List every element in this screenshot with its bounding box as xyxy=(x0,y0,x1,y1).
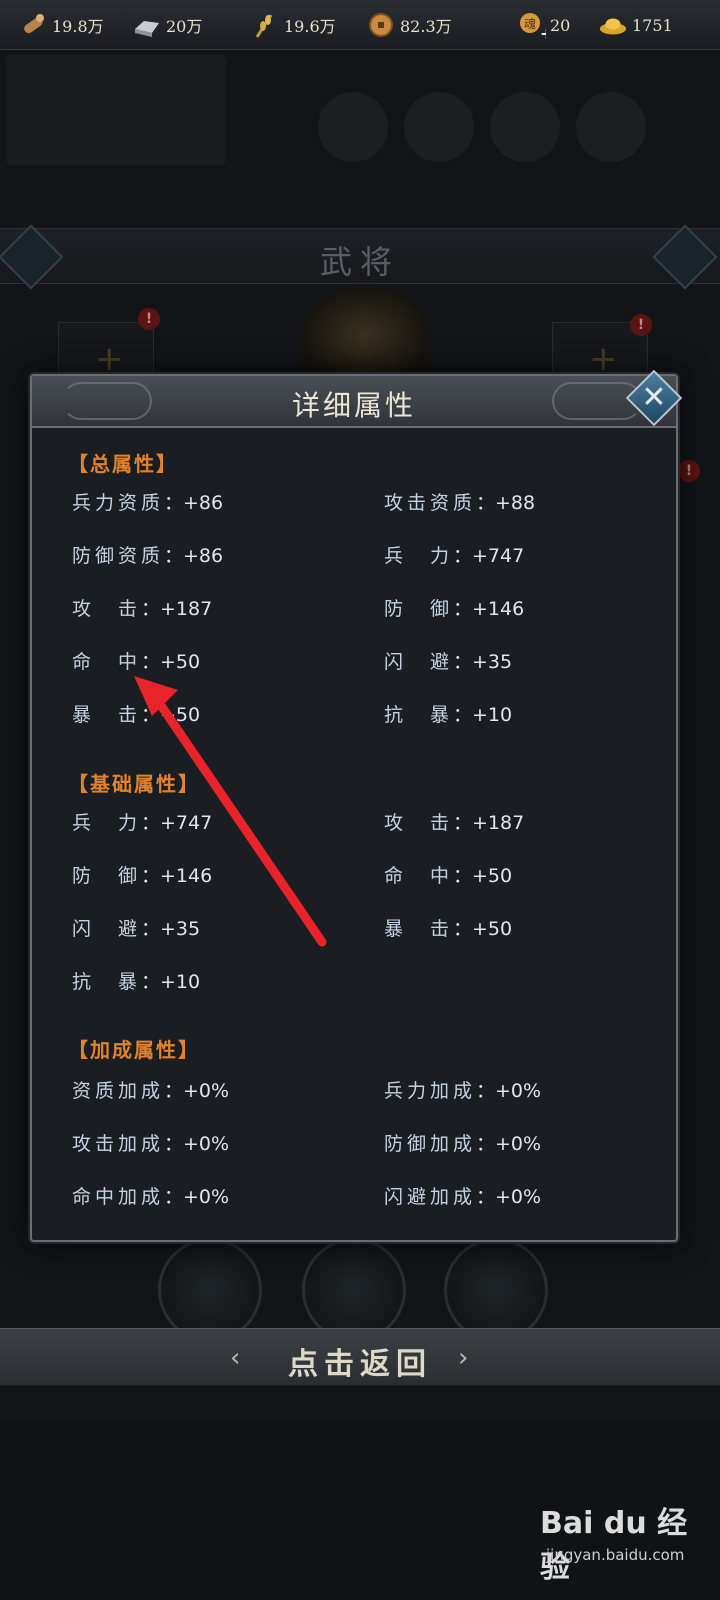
skill-slot[interactable] xyxy=(302,1238,406,1342)
general-panel-header: 武将 xyxy=(0,228,720,284)
attribute-item: 抗 暴：+10 xyxy=(384,704,513,726)
dialog-close-button[interactable]: ✕ xyxy=(625,369,683,427)
general-panel-title: 武将 xyxy=(319,243,400,281)
resource-grain: 19.6万 xyxy=(250,0,336,50)
hero-figure xyxy=(300,285,430,385)
attribute-item: 防 御：+146 xyxy=(72,865,213,887)
equipment-slot[interactable]: + xyxy=(58,322,154,382)
alert-badge: ! xyxy=(630,314,652,336)
iron-amount: 20万 xyxy=(166,17,203,36)
resource-coin: 82.3万 xyxy=(366,0,452,50)
bg-avatar xyxy=(576,92,646,162)
attribute-item: 攻击资质：+88 xyxy=(384,492,536,514)
bg-hero-card xyxy=(6,55,226,165)
resource-iron: 20万 xyxy=(132,0,202,50)
skill-slot[interactable] xyxy=(158,1238,262,1342)
coin-amount: 82.3万 xyxy=(400,17,452,36)
gold-ingot-icon xyxy=(598,10,628,40)
attributes-dialog: 详细属性 ✕ 【总属性】 兵力资质：+86 攻击资质：+88 防御资质：+86 … xyxy=(30,369,683,1242)
attribute-item: 兵力资质：+86 xyxy=(72,492,224,514)
grain-icon xyxy=(250,10,280,40)
return-button-label: 点击返回 xyxy=(288,1347,432,1382)
alert-badge: ! xyxy=(138,308,160,330)
attribute-item: 暴 击：+50 xyxy=(72,704,201,726)
wood-amount: 19.8万 xyxy=(52,17,104,36)
watermark-url: jingyan.baidu.com xyxy=(546,1546,685,1564)
wood-icon xyxy=(18,10,48,40)
gold-amount: 1751 xyxy=(632,15,673,35)
attribute-item: 防御加成：+0% xyxy=(384,1133,542,1155)
dialog-header: 详细属性 xyxy=(32,376,676,428)
attribute-item: 兵 力：+747 xyxy=(72,812,213,834)
attribute-item: 兵力加成：+0% xyxy=(384,1080,542,1102)
bg-avatar xyxy=(490,92,560,162)
alert-badge: ! xyxy=(678,460,700,482)
attribute-item: 防御资质：+86 xyxy=(72,545,224,567)
bg-avatar xyxy=(404,92,474,162)
chevron-right-icon: › xyxy=(458,1343,469,1373)
section-title-bonus: 【加成属性】 xyxy=(68,1038,200,1062)
coin-icon xyxy=(366,10,396,40)
stamina-amount: 20 xyxy=(550,15,571,35)
section-title-base: 【基础属性】 xyxy=(68,772,200,796)
resource-gold: 1751 xyxy=(598,0,673,50)
svg-text:魂: 魂 xyxy=(524,16,536,31)
skill-slot[interactable] xyxy=(444,1238,548,1342)
attribute-item: 防 御：+146 xyxy=(384,598,525,620)
attribute-item: 闪 避：+35 xyxy=(384,651,513,673)
attribute-item: 闪避加成：+0% xyxy=(384,1186,542,1208)
attribute-item: 命 中：+50 xyxy=(72,651,201,673)
return-button[interactable]: ‹ 点击返回 › xyxy=(0,1328,720,1386)
attribute-item: 命 中：+50 xyxy=(384,865,513,887)
section-title-total: 【总属性】 xyxy=(68,452,178,476)
attribute-item: 抗 暴：+10 xyxy=(72,971,201,993)
svg-text:+: + xyxy=(540,24,546,40)
attribute-item: 暴 击：+50 xyxy=(384,918,513,940)
watermark-brand: Bai du 经验 xyxy=(540,1506,688,1585)
attribute-item: 兵 力：+747 xyxy=(384,545,525,567)
attribute-item: 资质加成：+0% xyxy=(72,1080,230,1102)
dialog-title: 详细属性 xyxy=(291,389,416,422)
attribute-item: 攻 击：+187 xyxy=(72,598,213,620)
attribute-item: 闪 避：+35 xyxy=(72,918,201,940)
iron-icon xyxy=(132,10,162,40)
attribute-item: 攻击加成：+0% xyxy=(72,1133,230,1155)
bg-avatar xyxy=(318,92,388,162)
attribute-item: 攻 击：+187 xyxy=(384,812,525,834)
close-icon: ✕ xyxy=(641,380,667,415)
resource-stamina[interactable]: 魂+ 20 xyxy=(516,0,570,50)
attribute-item: 命中加成：+0% xyxy=(72,1186,230,1208)
grain-amount: 19.6万 xyxy=(284,17,336,36)
baidu-watermark: Bai du 经验 jingyan.baidu.com xyxy=(540,1492,710,1585)
resource-bar: 19.8万 20万 19.6万 82.3万 魂+ 20 1751 xyxy=(0,0,720,50)
stamina-icon: 魂+ xyxy=(516,10,546,40)
resource-wood: 19.8万 xyxy=(18,0,104,50)
